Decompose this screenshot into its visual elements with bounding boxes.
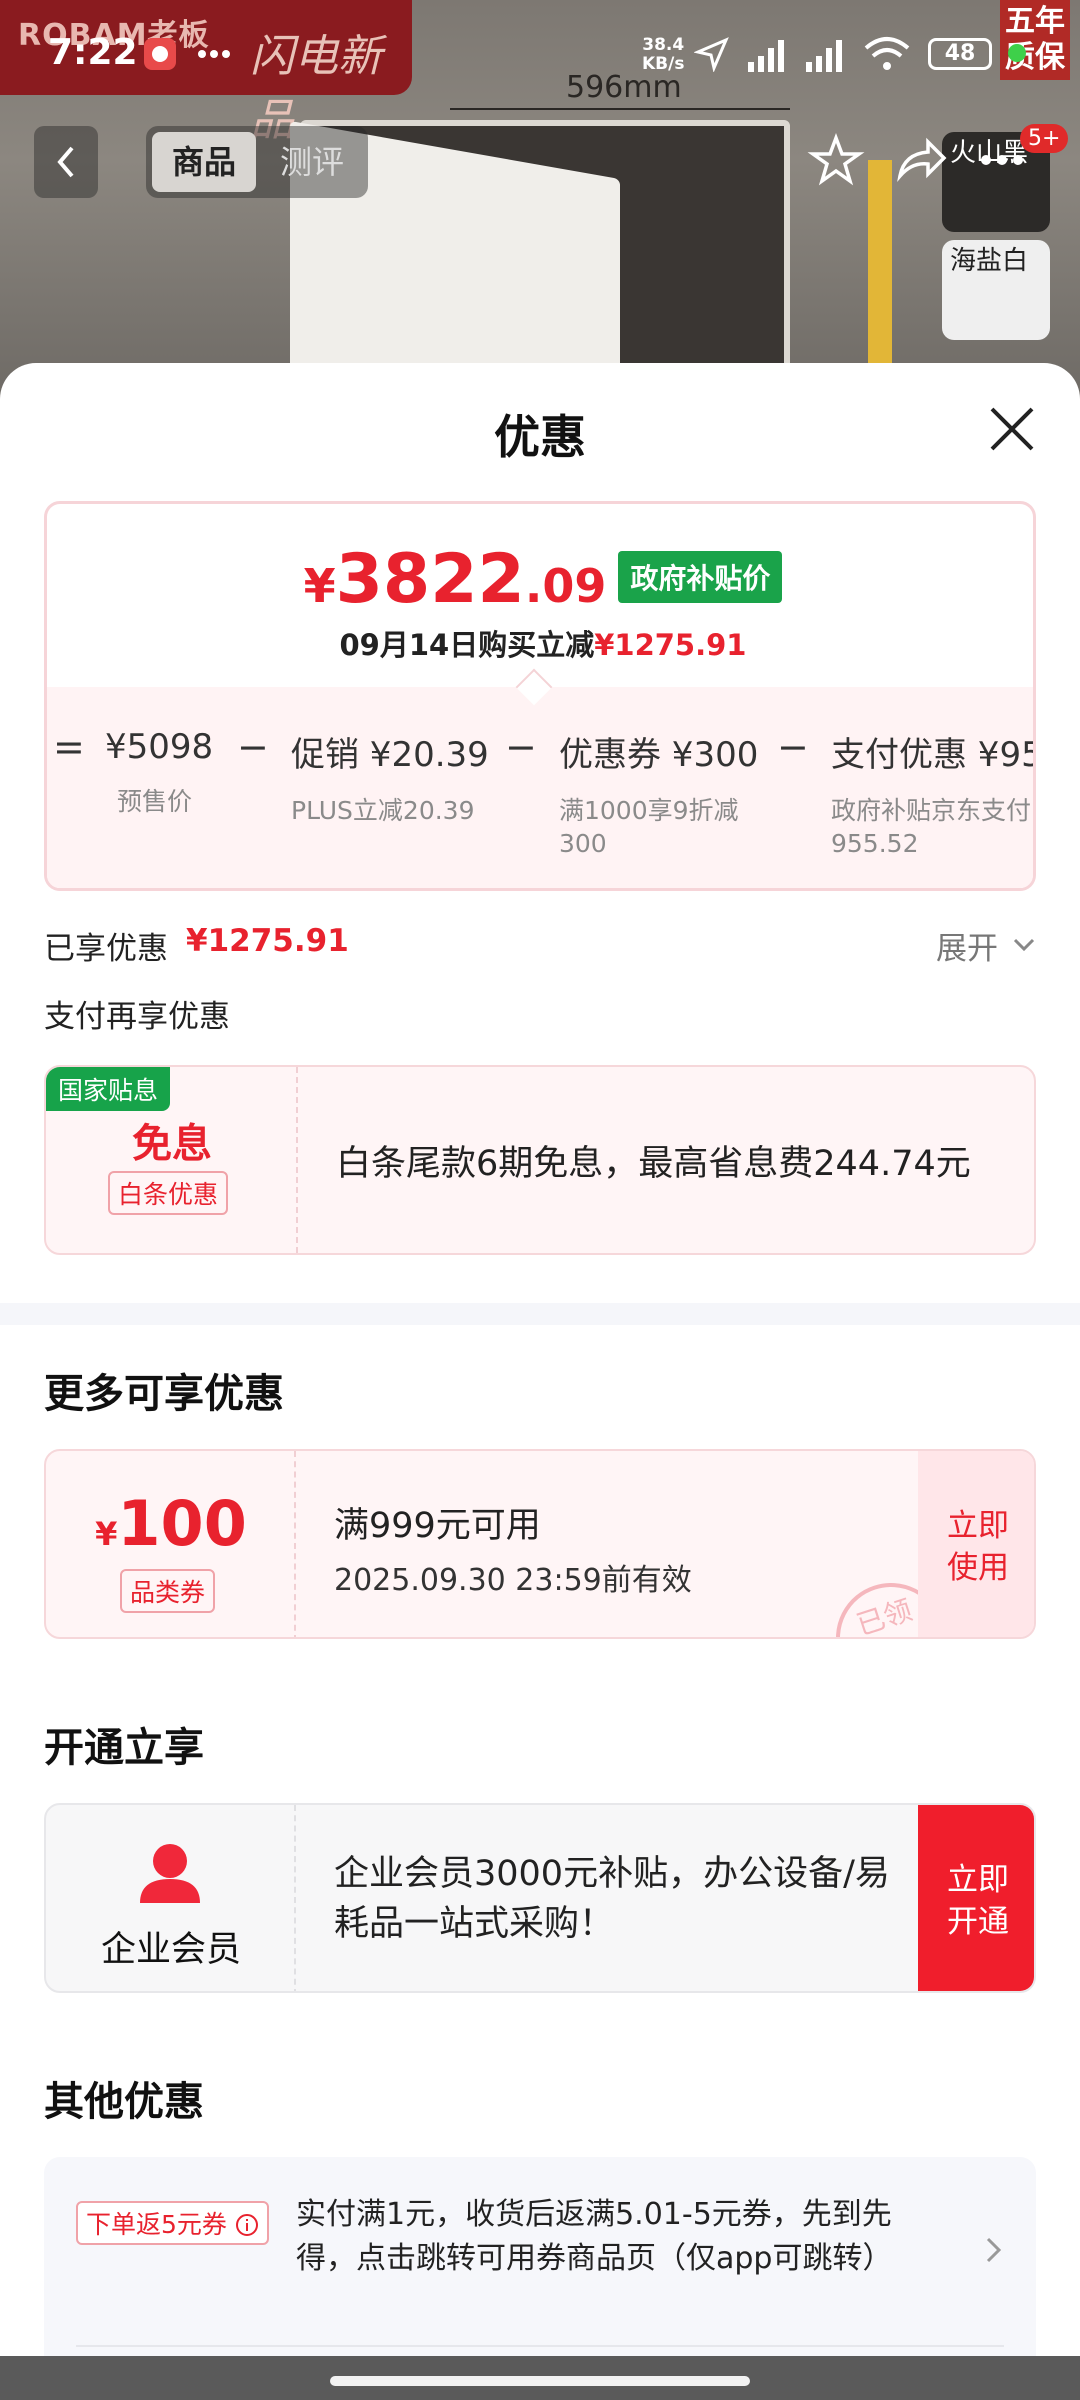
coupon-type-tag: 品类券 — [120, 1569, 216, 1613]
price-sub-prefix: 09月14日购买立减 — [339, 628, 595, 662]
calc-op-equals: = — [53, 725, 85, 769]
interest-free-title: 免息 — [132, 1121, 212, 1167]
member-left: 企业会员 — [46, 1805, 296, 1991]
gov-subsidy-tag: 政府补贴价 — [618, 551, 783, 603]
member-name: 企业会员 — [100, 1930, 241, 1970]
calc-item-presale: ¥5098 预售价 — [105, 727, 213, 818]
other-offer-text: 实付满1元，收货后返满5.01-5元券，先到先得，点击跳转可用券商品页（仅app… — [296, 2197, 893, 2276]
back-button[interactable] — [34, 126, 98, 198]
signal-icon-2 — [806, 40, 842, 72]
net-speed: 38.4 KB/s — [642, 36, 684, 74]
enjoyed-value: ¥1275.91 — [186, 923, 349, 959]
cart-badge: 5+ — [1020, 124, 1069, 153]
home-indicator[interactable] — [330, 2376, 750, 2386]
status-bar: 7:22 38.4 KB/s 48 — [0, 0, 1080, 110]
app-notification-icon — [144, 38, 176, 70]
calc-item-promo: 促销 ¥20.39 PLUS立减20.39 — [291, 727, 489, 827]
return-coupon-label: 下单返5元券 — [86, 2210, 227, 2239]
privacy-dot — [1008, 44, 1026, 62]
open-member-button[interactable]: 立即开通 — [918, 1805, 1034, 1991]
close-icon[interactable] — [982, 399, 1042, 459]
category-coupon-left: ¥100 品类券 — [46, 1451, 296, 1637]
section-divider — [0, 1303, 1080, 1325]
calc-label: 预售价 — [117, 787, 193, 816]
other-offers-title: 其他优惠 — [44, 2079, 204, 2125]
net-speed-unit: KB/s — [642, 54, 685, 74]
calc-item-coupon: 优惠券 ¥300 满1000享9折减 300 — [559, 727, 758, 860]
sheet-title: 优惠 — [494, 410, 586, 464]
calc-label: PLUS立减20.39 — [291, 796, 475, 825]
coupon-expiry: 2025.09.30 23:59前有效 — [334, 1563, 692, 1598]
open-now-title: 开通立享 — [44, 1725, 204, 1771]
user-icon — [140, 1844, 200, 1903]
use-now-button[interactable]: 立即使用 — [918, 1451, 1034, 1637]
national-subsidy-tag: 国家贴息 — [46, 1067, 171, 1111]
price-breakdown-card: ¥3822.09 政府补贴价 09月14日购买立减¥1275.91 = ¥5098… — [44, 501, 1036, 891]
more-notifications-icon — [198, 50, 230, 58]
header-tabs: 商品 测评 — [146, 126, 368, 198]
calc-label: 政府补贴京东支付 955.52 — [831, 796, 1032, 858]
item-divider — [76, 2345, 1004, 2347]
location-icon — [694, 37, 729, 72]
wifi-icon — [864, 37, 910, 70]
pay-more-label: 支付再享优惠 — [44, 999, 230, 1035]
price-calc-strip[interactable]: = ¥5098 预售价 − 促销 ¥20.39 PLUS立减20.39 − 优惠… — [47, 687, 1033, 888]
star-icon[interactable] — [806, 130, 866, 190]
battery-indicator: 48 — [928, 38, 992, 70]
final-price: ¥3822.09 政府补贴价 — [47, 540, 1033, 619]
calc-op-minus: − — [777, 725, 809, 769]
coupon-amount: ¥100 — [46, 1487, 296, 1560]
price-integer: 3822 — [335, 540, 525, 619]
enterprise-member-card: 企业会员 企业会员3000元补贴，办公设备/易耗品一站式采购！ 立即开通 — [44, 1803, 1036, 1993]
category-coupon: ¥100 品类券 满999元可用 2025.09.30 23:59前有效 已领 … — [44, 1449, 1036, 1639]
price-currency: ¥ — [303, 559, 336, 613]
info-icon[interactable] — [235, 2213, 259, 2237]
tab-review[interactable]: 测评 — [262, 132, 362, 192]
coupon-value: 100 — [117, 1487, 247, 1560]
calc-op-minus: − — [505, 725, 537, 769]
enjoyed-label: 已享优惠 — [44, 931, 168, 967]
calc-item-payment: 支付优惠 ¥955.52 政府补贴京东支付 955.52 — [831, 727, 1033, 860]
price-subtitle: 09月14日购买立减¥1275.91 — [47, 622, 1033, 664]
signal-icon-1 — [748, 40, 784, 72]
color-thumb-white[interactable]: 海盐白 — [942, 240, 1050, 340]
baitiao-text: 白条尾款6期免息，最高省息费244.74元 — [336, 1144, 971, 1184]
member-description: 企业会员3000元补贴，办公设备/易耗品一站式采购！ — [334, 1854, 890, 1944]
open-member-label: 立即开通 — [947, 1862, 1009, 1940]
calc-value: 促销 ¥20.39 — [291, 735, 489, 775]
chevron-down-icon[interactable] — [1012, 937, 1036, 953]
tab-product[interactable]: 商品 — [152, 132, 256, 192]
use-now-label: 立即使用 — [947, 1508, 1009, 1586]
calc-label: 满1000享9折减 300 — [559, 796, 739, 858]
baitiao-tag: 白条优惠 — [108, 1171, 229, 1215]
coupon-condition: 满999元可用 — [334, 1506, 541, 1546]
calc-value: 优惠券 ¥300 — [559, 735, 759, 775]
more-offers-title: 更多可享优惠 — [44, 1371, 284, 1417]
baitiao-coupon[interactable]: 国家贴息 免息 白条优惠 白条尾款6期免息，最高省息费244.74元 — [44, 1065, 1036, 1255]
chevron-right-icon[interactable] — [984, 2235, 1004, 2265]
chevron-left-icon — [57, 146, 74, 178]
calc-value: 支付优惠 ¥955.52 — [831, 735, 1033, 775]
discount-sheet: 优惠 ¥3822.09 政府补贴价 09月14日购买立减¥1275.91 = ¥5… — [0, 363, 1080, 2400]
share-icon[interactable] — [890, 130, 950, 190]
baitiao-left: 国家贴息 免息 白条优惠 — [46, 1067, 298, 1253]
coupon-currency: ¥ — [95, 1515, 118, 1553]
price-decimal: .09 — [524, 559, 607, 613]
expand-button[interactable]: 展开 — [936, 923, 998, 968]
return-coupon-tag: 下单返5元券 — [76, 2201, 269, 2245]
status-time: 7:22 — [48, 32, 138, 73]
net-speed-value: 38.4 — [642, 35, 685, 55]
price-sub-amount: ¥1275.91 — [594, 628, 747, 662]
calc-value: ¥5098 — [105, 727, 214, 767]
calc-op-minus: − — [237, 725, 269, 769]
